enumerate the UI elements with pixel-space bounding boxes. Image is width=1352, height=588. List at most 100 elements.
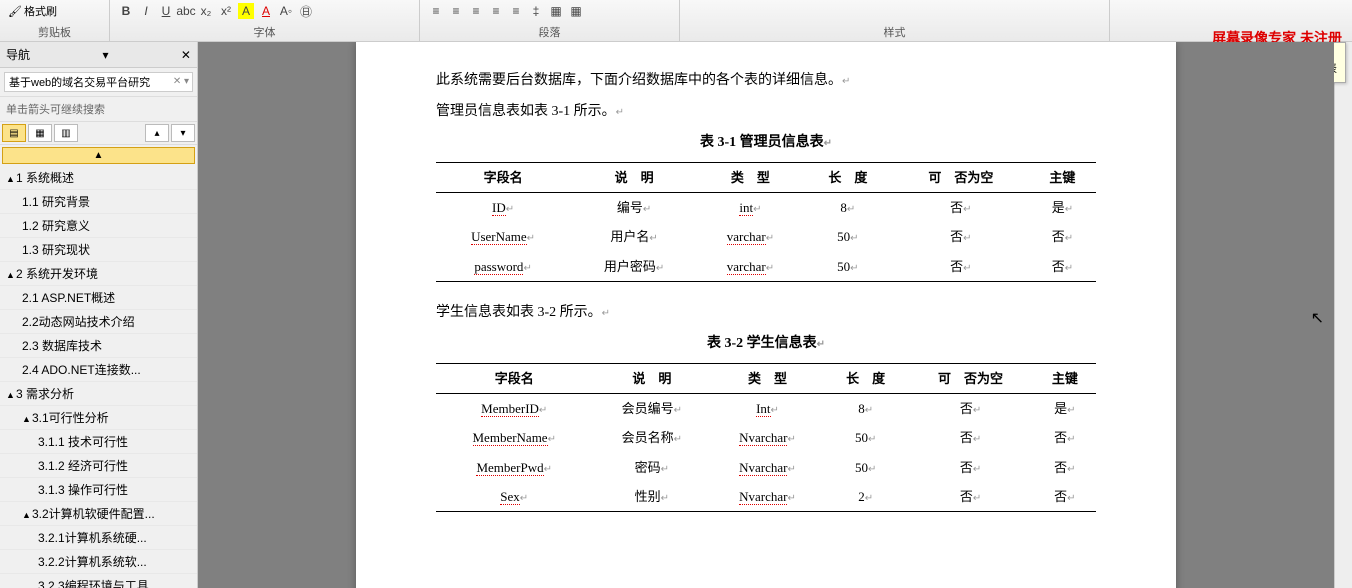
navigation-panel: 导航 ▾ ✕ ✕ ▾ 单击箭头可继续搜索 ▤ ▦ ▥ ▴ ▾ ▲ ▲1 系统概述… bbox=[0, 42, 198, 588]
highlight-icon[interactable]: A bbox=[238, 3, 254, 19]
char-scale-icon[interactable]: A◦ bbox=[278, 3, 294, 19]
nav-item[interactable]: 3.2.2计算机系统软... bbox=[0, 550, 197, 574]
nav-item[interactable]: 3.1.2 经济可行性 bbox=[0, 454, 197, 478]
table-cell: 性别 bbox=[635, 489, 661, 504]
table-cell: 用户名 bbox=[610, 229, 649, 244]
table-cell: 50 bbox=[837, 229, 850, 244]
nav-item[interactable]: 2.2动态网站技术介绍 bbox=[0, 310, 197, 334]
table-cell: 会员编号 bbox=[622, 401, 674, 416]
nav-dropdown-icon[interactable]: ▾ bbox=[102, 48, 108, 62]
nav-next-icon[interactable]: ▾ bbox=[171, 124, 195, 142]
nav-item[interactable]: 1.3 研究现状 bbox=[0, 238, 197, 262]
table-cell: MemberID bbox=[481, 401, 539, 417]
table-row: UserName↵用户名↵varchar↵50↵否↵否↵ bbox=[436, 222, 1096, 251]
underline-icon[interactable]: U bbox=[158, 3, 174, 19]
nav-item-label: 3.2.2计算机系统软... bbox=[38, 555, 147, 569]
nav-item[interactable]: ▲3.1可行性分析 bbox=[0, 406, 197, 430]
nav-search-hint: 单击箭头可继续搜索 bbox=[0, 97, 197, 122]
nav-view-results[interactable]: ▥ bbox=[54, 124, 78, 142]
enclose-char-icon[interactable]: ㊐ bbox=[298, 3, 314, 19]
nav-search-input[interactable] bbox=[4, 72, 193, 92]
nav-item[interactable]: 3.1.3 操作可行性 bbox=[0, 478, 197, 502]
nav-item-label: 1 系统概述 bbox=[16, 171, 74, 185]
nav-item-label: 3.1.2 经济可行性 bbox=[38, 459, 128, 473]
table-cell: Nvarchar bbox=[739, 430, 787, 446]
table-cell: 否 bbox=[950, 229, 963, 244]
doc-intro: 此系统需要后台数据库，下面介绍数据库中的各个表的详细信息。↵ bbox=[436, 68, 1096, 93]
nav-item[interactable]: 1.2 研究意义 bbox=[0, 214, 197, 238]
nav-item-label: 3.1.1 技术可行性 bbox=[38, 435, 128, 449]
table-header: 可 否为空 bbox=[893, 162, 1029, 192]
subscript-icon[interactable]: x₂ bbox=[198, 3, 214, 19]
italic-icon[interactable]: I bbox=[138, 3, 154, 19]
table-header: 主键 bbox=[1034, 363, 1096, 393]
nav-view-pages[interactable]: ▦ bbox=[28, 124, 52, 142]
bold-icon[interactable]: B bbox=[118, 3, 134, 19]
nav-item-label: 1.1 研究背景 bbox=[22, 195, 90, 209]
nav-item[interactable]: 3.1.1 技术可行性 bbox=[0, 430, 197, 454]
clear-search-icon[interactable]: ✕ ▾ bbox=[173, 76, 189, 87]
table-cell: 用户密码 bbox=[604, 259, 656, 274]
nav-item-label: 2.1 ASP.NET概述 bbox=[22, 291, 115, 305]
table-cell: 否 bbox=[950, 259, 963, 274]
table-header: 说 明 bbox=[570, 162, 698, 192]
doc-table2-intro: 学生信息表如表 3-2 所示。↵ bbox=[436, 300, 1096, 325]
nav-item-label: 2.4 ADO.NET连接数... bbox=[22, 363, 141, 377]
nav-item-label: 1.3 研究现状 bbox=[22, 243, 90, 257]
table-cell: 否 bbox=[960, 489, 973, 504]
nav-item[interactable]: ▲3 需求分析 bbox=[0, 382, 197, 406]
nav-view-headings[interactable]: ▤ bbox=[2, 124, 26, 142]
nav-item[interactable]: 3.2.1计算机系统硬... bbox=[0, 526, 197, 550]
nav-item[interactable]: 2.4 ADO.NET连接数... bbox=[0, 358, 197, 382]
chevron-icon[interactable]: ▲ bbox=[6, 390, 16, 400]
nav-item[interactable]: ▲1 系统概述 bbox=[0, 166, 197, 190]
nav-item[interactable]: 3.2.3编程环境与工具 bbox=[0, 574, 197, 588]
chevron-icon[interactable]: ▲ bbox=[6, 174, 16, 184]
table-row: Sex↵性别↵Nvarchar↵2↵否↵否↵ bbox=[436, 482, 1096, 512]
document-area[interactable]: 此系统需要后台数据库，下面介绍数据库中的各个表的详细信息。↵ 管理员信息表如表 … bbox=[198, 42, 1334, 588]
table-header: 字段名 bbox=[436, 363, 592, 393]
nav-prev-icon[interactable]: ▴ bbox=[145, 124, 169, 142]
align-left-icon[interactable]: ≡ bbox=[428, 3, 444, 19]
table-cell: 会员名称 bbox=[622, 430, 674, 445]
chevron-icon[interactable]: ▲ bbox=[6, 270, 16, 280]
nav-item[interactable]: 2.3 数据库技术 bbox=[0, 334, 197, 358]
paragraph-group-label: 段落 bbox=[428, 24, 671, 42]
align-distribute-icon[interactable]: ≡ bbox=[508, 3, 524, 19]
table-cell: Int bbox=[756, 401, 770, 417]
align-justify-icon[interactable]: ≡ bbox=[488, 3, 504, 19]
nav-collapse-all[interactable]: ▲ bbox=[2, 147, 195, 164]
align-right-icon[interactable]: ≡ bbox=[468, 3, 484, 19]
table-header: 主键 bbox=[1029, 162, 1096, 192]
table-header: 字段名 bbox=[436, 162, 570, 192]
nav-item[interactable]: ▲3.2计算机软硬件配置... bbox=[0, 502, 197, 526]
table-cell: Nvarchar bbox=[739, 460, 787, 476]
styles-group-label: 样式 bbox=[688, 24, 1101, 42]
table-cell: 否 bbox=[1054, 460, 1067, 475]
format-painter-button[interactable]: 🖌 格式刷 bbox=[8, 3, 57, 19]
borders-icon[interactable]: ▦ bbox=[568, 3, 584, 19]
table-cell: 50 bbox=[855, 430, 868, 445]
table-cell: 否 bbox=[950, 200, 963, 215]
chevron-icon[interactable]: ▲ bbox=[22, 510, 32, 520]
vertical-scrollbar[interactable] bbox=[1334, 42, 1352, 588]
line-spacing-icon[interactable]: ‡ bbox=[528, 3, 544, 19]
align-center-icon[interactable]: ≡ bbox=[448, 3, 464, 19]
nav-item-label: 2.3 数据库技术 bbox=[22, 339, 102, 353]
strike-icon[interactable]: abc bbox=[178, 3, 194, 19]
table-cell: MemberName bbox=[473, 430, 548, 446]
nav-item[interactable]: 1.1 研究背景 bbox=[0, 190, 197, 214]
table-cell: 否 bbox=[1052, 229, 1065, 244]
table-row: MemberName↵会员名称↵Nvarchar↵50↵否↵否↵ bbox=[436, 423, 1096, 452]
shading-icon[interactable]: ▦ bbox=[548, 3, 564, 19]
close-icon[interactable]: ✕ bbox=[181, 48, 191, 62]
table-cell: password bbox=[474, 259, 523, 275]
nav-item[interactable]: 2.1 ASP.NET概述 bbox=[0, 286, 197, 310]
table-cell: 是 bbox=[1054, 401, 1067, 416]
nav-item-label: 3.2.3编程环境与工具 bbox=[38, 579, 149, 588]
superscript-icon[interactable]: x² bbox=[218, 3, 234, 19]
font-color-icon[interactable]: A bbox=[258, 3, 274, 19]
nav-item-label: 2.2动态网站技术介绍 bbox=[22, 315, 135, 329]
chevron-icon[interactable]: ▲ bbox=[22, 414, 32, 424]
nav-item[interactable]: ▲2 系统开发环境 bbox=[0, 262, 197, 286]
